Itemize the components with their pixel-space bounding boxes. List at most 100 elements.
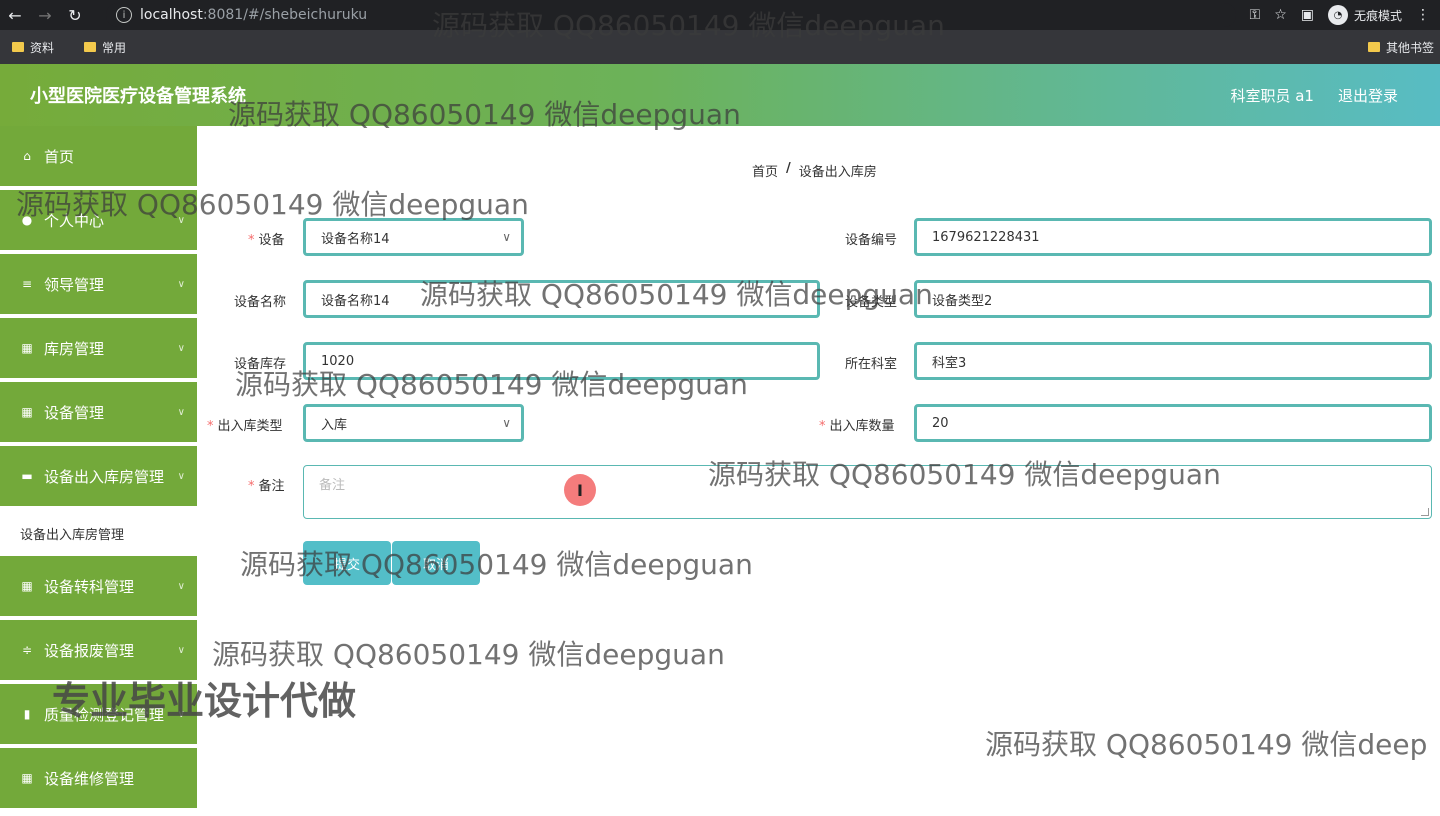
io-qty-value: 20 (932, 415, 949, 431)
io-qty-label: * 出入库数量 (819, 419, 895, 434)
device-no-field[interactable]: 1679621228431 (914, 218, 1432, 256)
incognito-icon: ◔ (1327, 5, 1348, 25)
stock-value: 1020 (321, 353, 355, 369)
device-name-label: 设备名称 (234, 295, 287, 310)
sidebar-item-profile[interactable]: ● 个人中心 ∨ (0, 190, 197, 254)
incognito-indicator[interactable]: ◔ 无痕模式 (1327, 5, 1402, 25)
folder-icon (1367, 42, 1380, 52)
breadcrumb-separator: / (786, 161, 791, 176)
device-select-value: 设备名称14 (321, 231, 390, 247)
sidebar-item-label: 设备出入库房管理 (44, 467, 165, 486)
incognito-label: 无痕模式 (1353, 8, 1402, 23)
sidebar-item-label: 设备管理 (44, 403, 105, 422)
dept-value: 科室3 (932, 355, 967, 371)
app-title: 小型医院医疗设备管理系统 (30, 86, 246, 107)
sidebar-item-label: 库房管理 (44, 339, 105, 358)
list-icon: ≡ (21, 277, 33, 291)
grid-icon: ▦ (21, 771, 33, 785)
io-type-value: 入库 (321, 417, 348, 433)
chevron-down-icon: ∨ (177, 406, 185, 418)
bookmarks-bar: 资料 常用 其他书签 (0, 30, 1440, 64)
resize-handle-icon[interactable] (1421, 508, 1429, 516)
other-bookmarks-label: 其他书签 (1385, 40, 1434, 55)
briefcase-icon: ▬ (21, 469, 33, 483)
watermark: 源码获取 QQ86050149 微信deepguan (212, 638, 725, 671)
chevron-down-icon: ∨ (177, 278, 185, 290)
io-qty-field[interactable]: 20 (914, 404, 1432, 442)
sidebar-item-label: 设备报废管理 (44, 641, 135, 660)
device-type-field[interactable]: 设备类型2 (914, 280, 1432, 318)
device-no-label: 设备编号 (845, 233, 898, 248)
bookmark-label: 资料 (30, 40, 55, 55)
sidebar: ⌂ 首页 ● 个人中心 ∨ ≡ 领导管理 ∨ ▦ 库房管理 ∨ ▦ 设备管理 ∨… (0, 126, 197, 816)
sidebar-item-leaders[interactable]: ≡ 领导管理 ∨ (0, 254, 197, 318)
chevron-down-icon: ∨ (177, 644, 185, 656)
bookmark-label: 常用 (102, 40, 127, 55)
sidebar-item-label: 设备维修管理 (44, 769, 135, 788)
info-icon[interactable]: i (116, 7, 132, 23)
remark-label: * 备注 (248, 479, 285, 494)
sidepanel-icon[interactable]: ▣ (1301, 7, 1314, 23)
sidebar-item-quality[interactable]: ▮ 质量检测登记管理 ∨ (0, 684, 197, 748)
submenu-item-device-io[interactable]: 设备出入库房管理 (0, 510, 197, 556)
browser-toolbar: ← → ↻ i localhost:8081/#/shebeichuruku ⚿… (0, 0, 1440, 30)
user-icon: ● (21, 213, 33, 227)
bookmark-folder[interactable]: 常用 (84, 39, 126, 56)
sliders-icon: ≑ (21, 643, 33, 657)
url-path: :8081/#/shebeichuruku (202, 7, 368, 23)
url-host: localhost (140, 7, 203, 23)
chevron-down-icon: ∨ (502, 230, 511, 244)
star-icon[interactable]: ☆ (1274, 7, 1287, 23)
device-select[interactable]: 设备名称14 ∨ (303, 218, 524, 256)
grid-icon: ▦ (21, 405, 33, 419)
grid-icon: ▦ (21, 579, 33, 593)
sidebar-item-label: 领导管理 (44, 275, 105, 294)
dept-field[interactable]: 科室3 (914, 342, 1432, 380)
bookmark-folder[interactable]: 资料 (12, 39, 54, 56)
back-icon[interactable]: ← (0, 0, 30, 30)
chevron-down-icon: ∨ (502, 416, 511, 430)
logout-link[interactable]: 退出登录 (1338, 85, 1398, 106)
io-type-select[interactable]: 入库 ∨ (303, 404, 524, 442)
cancel-button[interactable]: 取消 (392, 541, 480, 585)
io-type-label: * 出入库类型 (207, 419, 283, 434)
sidebar-item-warehouse[interactable]: ▦ 库房管理 ∨ (0, 318, 197, 382)
sidebar-item-label: 设备转科管理 (44, 577, 135, 596)
stock-field[interactable]: 1020 (303, 342, 820, 380)
breadcrumb: 首页 / 设备出入库房 (752, 161, 877, 180)
key-icon[interactable]: ⚿ (1250, 7, 1261, 23)
folder-icon (12, 42, 24, 52)
folder-icon (84, 42, 97, 52)
reload-icon[interactable]: ↻ (60, 0, 90, 30)
device-name-value: 设备名称14 (321, 293, 390, 309)
chevron-down-icon: ∨ (177, 214, 185, 226)
dept-label: 所在科室 (845, 357, 898, 372)
app-header: 小型医院医疗设备管理系统 科室职员 a1 退出登录 (0, 64, 1440, 126)
user-label: 科室职员 a1 (1230, 86, 1314, 105)
sidebar-item-label: 首页 (44, 147, 75, 166)
forward-icon[interactable]: → (30, 0, 60, 30)
device-type-value: 设备类型2 (932, 293, 993, 309)
device-label: * 设备 (248, 233, 285, 248)
bar-chart-icon: ▮ (23, 707, 31, 721)
device-name-field[interactable]: 设备名称14 (303, 280, 820, 318)
address-bar[interactable]: i localhost:8081/#/shebeichuruku (106, 3, 1236, 27)
sidebar-item-transfer[interactable]: ▦ 设备转科管理 ∨ (0, 556, 197, 620)
submit-button[interactable]: 提交 (303, 541, 391, 585)
sidebar-item-repair[interactable]: ▦ 设备维修管理 (0, 748, 197, 812)
sidebar-item-scrap[interactable]: ≑ 设备报废管理 ∨ (0, 620, 197, 684)
other-bookmarks[interactable]: 其他书签 (1367, 39, 1434, 56)
sidebar-item-home[interactable]: ⌂ 首页 (0, 126, 197, 190)
sidebar-item-device-io[interactable]: ▬ 设备出入库房管理 ∨ (0, 446, 197, 510)
remark-textarea[interactable]: 备注 (303, 465, 1432, 519)
grid-icon: ▦ (21, 341, 33, 355)
breadcrumb-home[interactable]: 首页 (752, 161, 778, 180)
text-cursor-icon: I (564, 474, 596, 506)
menu-dots-icon[interactable]: ⋮ (1416, 7, 1430, 23)
breadcrumb-current: 设备出入库房 (798, 165, 877, 180)
remark-placeholder: 备注 (319, 478, 346, 493)
chevron-down-icon: ∨ (177, 580, 185, 592)
home-icon: ⌂ (23, 149, 31, 163)
sidebar-item-devices[interactable]: ▦ 设备管理 ∨ (0, 382, 197, 446)
sidebar-item-label: 个人中心 (44, 211, 105, 230)
